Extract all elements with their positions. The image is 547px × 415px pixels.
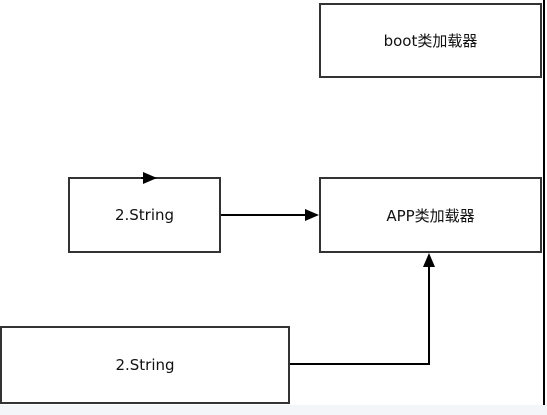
edges-layer (141, 172, 435, 365)
diagram-canvas: boot类加载器 APP类加载器 2.String 2.String (0, 0, 547, 415)
arrowhead-to-app-bottom (423, 253, 435, 267)
arrowhead-stub-top (143, 172, 157, 184)
edge-string-bottom-to-app (290, 266, 430, 365)
bottom-strip (0, 405, 547, 415)
arrowhead-to-app-left (305, 209, 319, 221)
right-border-line (543, 0, 545, 405)
